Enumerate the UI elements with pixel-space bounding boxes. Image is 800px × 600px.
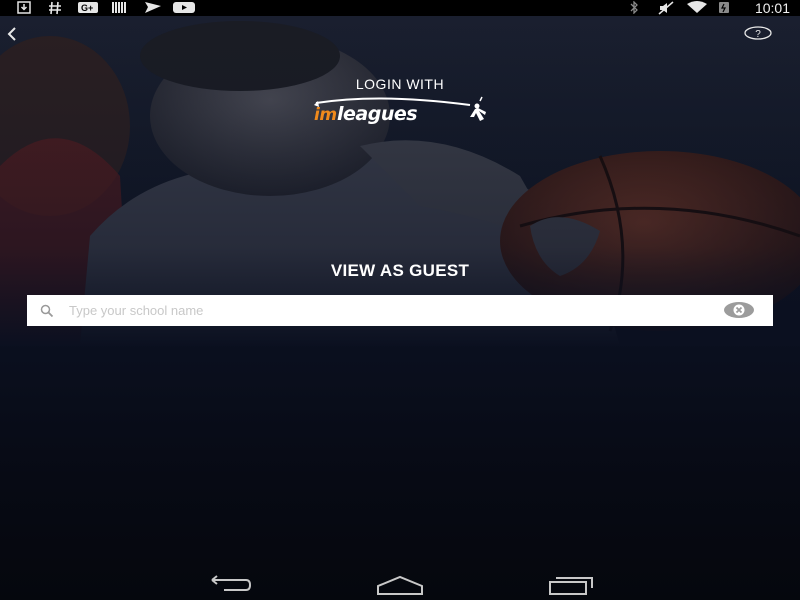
- barcode-icon: [112, 2, 126, 13]
- download-icon: [17, 1, 31, 14]
- svg-text:G+: G+: [81, 3, 93, 13]
- clear-search-button[interactable]: [723, 301, 755, 319]
- recent-apps-icon: [549, 577, 593, 595]
- school-name-input[interactable]: [69, 298, 709, 323]
- help-button[interactable]: ?: [744, 26, 772, 40]
- battery-icon: [719, 2, 729, 13]
- google-plus-icon: G+: [78, 2, 98, 13]
- chevron-left-icon: [7, 27, 16, 41]
- wifi-icon: [687, 1, 707, 13]
- paper-plane-icon: [145, 2, 161, 13]
- search-icon: [40, 304, 54, 318]
- system-nav-bar: [0, 570, 800, 600]
- school-search-bar: [27, 295, 773, 326]
- nav-home-button[interactable]: [376, 574, 424, 596]
- login-screen: G+ 10:01 ? LOGIN WITH im leagues VIEW AS…: [0, 0, 800, 600]
- nav-back-button[interactable]: [204, 574, 252, 596]
- home-icon: [377, 575, 423, 595]
- mute-icon: [658, 1, 674, 15]
- youtube-icon: [173, 2, 195, 13]
- nav-recent-apps-button[interactable]: [548, 574, 596, 596]
- svg-text:?: ?: [755, 29, 761, 40]
- question-mark-icon: ?: [744, 26, 772, 40]
- clock: 10:01: [754, 0, 790, 16]
- back-button[interactable]: [4, 24, 20, 44]
- view-as-guest-title: VIEW AS GUEST: [330, 261, 470, 280]
- hashtag-icon: [49, 1, 61, 15]
- login-with-label: LOGIN WITH: [355, 76, 445, 92]
- bluetooth-icon: [630, 1, 638, 14]
- brand-name: leagues: [337, 103, 418, 125]
- back-arrow-icon: [211, 575, 252, 591]
- imleagues-login-button[interactable]: im leagues: [310, 95, 490, 129]
- brand-prefix: im: [314, 105, 337, 125]
- status-bar: G+ 10:01: [0, 0, 800, 16]
